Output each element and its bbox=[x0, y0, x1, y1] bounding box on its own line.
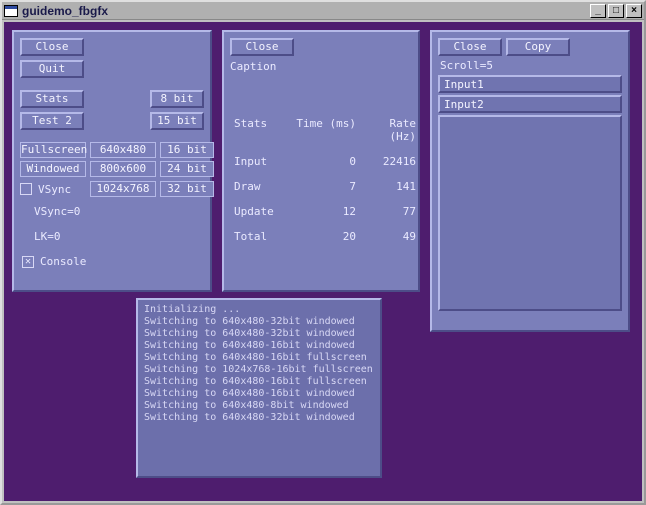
test2-button[interactable]: Test 2 bbox=[20, 112, 84, 130]
stat-rate: 77 bbox=[364, 205, 424, 218]
stat-name: Input bbox=[234, 155, 294, 168]
log-line: Switching to 640x480-8bit windowed bbox=[144, 400, 349, 411]
fullscreen-button[interactable]: Fullscreen bbox=[20, 142, 86, 158]
bit32-button[interactable]: 32 bit bbox=[160, 181, 214, 197]
bit16-button[interactable]: 16 bit bbox=[160, 142, 214, 158]
panel-stats: Close Caption Stats Time (ms) Rate (Hz) … bbox=[222, 30, 420, 292]
close-button[interactable]: Close bbox=[20, 38, 84, 56]
res640-button[interactable]: 640x480 bbox=[90, 142, 156, 158]
log-line: Switching to 640x480-16bit fullscreen bbox=[144, 352, 367, 363]
quit-button[interactable]: Quit bbox=[20, 60, 84, 78]
stat-time: 0 bbox=[294, 155, 364, 168]
hdr-rate: Rate (Hz) bbox=[364, 117, 424, 143]
console-label: Console bbox=[40, 255, 86, 268]
stat-name: Total bbox=[234, 230, 294, 243]
input1-field[interactable]: Input1 bbox=[438, 75, 622, 93]
copy-button[interactable]: Copy bbox=[506, 38, 570, 56]
client-area: Close Quit Stats 8 bit Test 2 15 bit Ful… bbox=[4, 22, 642, 501]
log-line: Switching to 640x480-32bit windowed bbox=[144, 328, 355, 339]
io-close-button[interactable]: Close bbox=[438, 38, 502, 56]
log-line: Switching to 640x480-16bit fullscreen bbox=[144, 376, 367, 387]
panel-console: Initializing ... Switching to 640x480-32… bbox=[136, 298, 382, 478]
output-listbox[interactable] bbox=[438, 115, 622, 311]
console-log: Initializing ... Switching to 640x480-32… bbox=[138, 300, 380, 428]
log-line: Switching to 1024x768-16bit fullscreen bbox=[144, 364, 373, 375]
stat-name: Update bbox=[234, 205, 294, 218]
stats-button[interactable]: Stats bbox=[20, 90, 84, 108]
window-title: guidemo_fbgfx bbox=[22, 4, 108, 18]
panel-io: Close Copy Scroll=5 Input1 Input2 bbox=[430, 30, 630, 332]
stats-close-button[interactable]: Close bbox=[230, 38, 294, 56]
bit15-button[interactable]: 15 bit bbox=[150, 112, 204, 130]
stat-time: 12 bbox=[294, 205, 364, 218]
hdr-stats: Stats bbox=[234, 117, 294, 143]
log-line: Switching to 640x480-16bit windowed bbox=[144, 340, 355, 351]
app-window: guidemo_fbgfx _ □ × Close Quit Stats 8 b… bbox=[0, 0, 646, 505]
vsync-status: VSync=0 bbox=[34, 205, 80, 218]
res1024-button[interactable]: 1024x768 bbox=[90, 181, 156, 197]
vsync-label: VSync bbox=[38, 183, 71, 196]
stat-rate: 22416 bbox=[364, 155, 424, 168]
log-line: Switching to 640x480-32bit windowed bbox=[144, 316, 355, 327]
vsync-checkbox[interactable] bbox=[20, 183, 32, 195]
stat-time: 7 bbox=[294, 180, 364, 193]
stats-row: Draw 7 141 bbox=[224, 178, 418, 195]
scroll-status: Scroll=5 bbox=[432, 58, 628, 73]
stats-row: Input 0 22416 bbox=[224, 153, 418, 170]
window-icon bbox=[4, 5, 18, 17]
log-line: Initializing ... bbox=[144, 304, 240, 315]
bit24-button[interactable]: 24 bit bbox=[160, 161, 214, 177]
stats-row: Update 12 77 bbox=[224, 203, 418, 220]
input2-field[interactable]: Input2 bbox=[438, 95, 622, 113]
stat-time: 20 bbox=[294, 230, 364, 243]
res800-button[interactable]: 800x600 bbox=[90, 161, 156, 177]
stat-rate: 49 bbox=[364, 230, 424, 243]
bit8-button[interactable]: 8 bit bbox=[150, 90, 204, 108]
close-window-button[interactable]: × bbox=[626, 4, 642, 18]
windowed-button[interactable]: Windowed bbox=[20, 161, 86, 177]
caption-label: Caption bbox=[230, 60, 276, 73]
log-line: Switching to 640x480-32bit windowed bbox=[144, 412, 355, 423]
stat-rate: 141 bbox=[364, 180, 424, 193]
log-line: Switching to 640x480-16bit windowed bbox=[144, 388, 355, 399]
minimize-button[interactable]: _ bbox=[590, 4, 606, 18]
maximize-button[interactable]: □ bbox=[608, 4, 624, 18]
stats-row: Total 20 49 bbox=[224, 228, 418, 245]
console-checkbox[interactable]: ✕ bbox=[22, 256, 34, 268]
lk-status: LK=0 bbox=[34, 230, 61, 243]
panel-controls: Close Quit Stats 8 bit Test 2 15 bit Ful… bbox=[12, 30, 212, 292]
stats-header: Stats Time (ms) Rate (Hz) bbox=[224, 115, 418, 145]
stat-name: Draw bbox=[234, 180, 294, 193]
hdr-time: Time (ms) bbox=[294, 117, 364, 143]
titlebar[interactable]: guidemo_fbgfx _ □ × bbox=[2, 2, 644, 20]
